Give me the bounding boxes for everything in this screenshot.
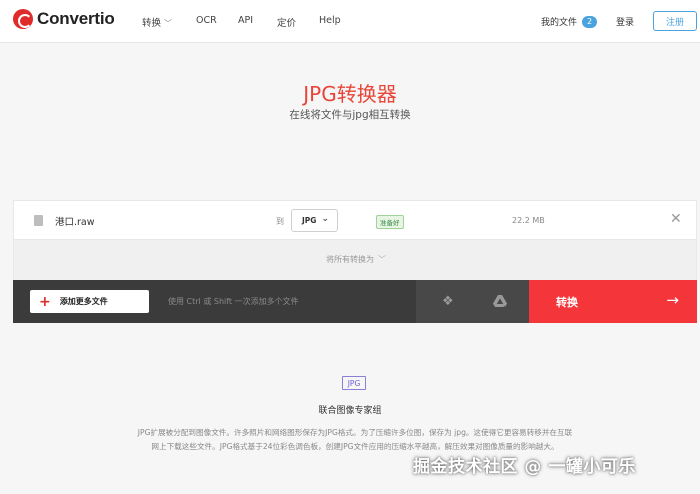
add-files-label: 添加更多文件 [59, 297, 108, 306]
nav-convert-label: 转换 [142, 18, 162, 29]
my-files-label: 我的文件 [541, 18, 578, 28]
logo-text: Convertio [37, 9, 115, 28]
nav-ocr[interactable]: OCR [196, 15, 217, 26]
nav-help-label: Help [319, 15, 341, 26]
watermark: 掘金技术社区 @ 一罐小可乐 [413, 457, 636, 477]
google-drive-icon[interactable] [493, 295, 507, 308]
status-badge: 准备好 [376, 215, 404, 229]
convert-all-dropdown[interactable]: 将所有转换为 ﹀ [14, 254, 698, 265]
info-title: 联合图像专家组 [318, 406, 382, 416]
nav-pricing[interactable]: 定价 [277, 15, 296, 29]
convertio-logo-icon [13, 9, 33, 29]
nav-help[interactable]: Help [319, 15, 341, 26]
file-row: 港口.raw 到 JPG ⌄ 准备好 22.2 MB ✕ [13, 200, 697, 240]
my-files-count-badge: 2 [582, 15, 598, 28]
plus-icon: + [39, 293, 51, 310]
convert-all-label: 将所有转换为 [326, 255, 374, 264]
chevron-down-icon: ⌄ [321, 214, 329, 224]
convert-all-row: 将所有转换为 ﹀ [13, 240, 697, 280]
add-files-button[interactable]: + 添加更多文件 [30, 290, 149, 313]
nav-convert[interactable]: 转换 ﹀ [142, 15, 172, 29]
top-header: Convertio 转换 ﹀ OCR API 定价 Help 我的文件 2 登录 … [0, 0, 700, 43]
convert-button-label: 转换 [556, 296, 578, 309]
nav-pricing-label: 定价 [277, 18, 297, 29]
login-link[interactable]: 登录 [616, 15, 634, 28]
file-name: 港口.raw [55, 217, 95, 228]
register-button[interactable]: 注册 [653, 11, 697, 31]
cloud-sources: ❖ [416, 280, 529, 323]
dropbox-icon[interactable]: ❖ [442, 294, 454, 309]
action-bar: + 添加更多文件 使用 Ctrl 或 Shift 一次添加多个文件 ❖ 转换 → [13, 280, 697, 323]
page-subtitle: 在线将文件与jpg相互转换 [289, 109, 411, 121]
logo[interactable]: Convertio [13, 9, 115, 29]
chevron-down-icon: ﹀ [378, 255, 386, 264]
target-format-select[interactable]: JPG ⌄ [291, 209, 338, 232]
chevron-down-icon: ﹀ [164, 19, 173, 28]
format-tag: JPG [342, 376, 366, 390]
page-title: JPG转换器 [303, 82, 397, 106]
close-icon[interactable]: ✕ [670, 211, 682, 227]
my-files-link[interactable]: 我的文件 2 [541, 15, 598, 28]
convert-button[interactable]: 转换 → [529, 280, 697, 323]
nav-ocr-label: OCR [196, 15, 217, 26]
to-label: 到 [276, 217, 284, 226]
file-size: 22.2 MB [512, 216, 545, 225]
arrow-right-icon: → [666, 291, 679, 309]
info-description: JPG扩展被分配到图像文件。许多照片和网络图形保存为JPG格式。为了压缩许多位图… [137, 428, 573, 451]
multi-select-hint: 使用 Ctrl 或 Shift 一次添加多个文件 [168, 297, 299, 306]
nav-api[interactable]: API [238, 15, 253, 26]
nav-api-label: API [238, 15, 254, 26]
file-icon [34, 215, 43, 226]
target-format-value: JPG [302, 216, 317, 225]
